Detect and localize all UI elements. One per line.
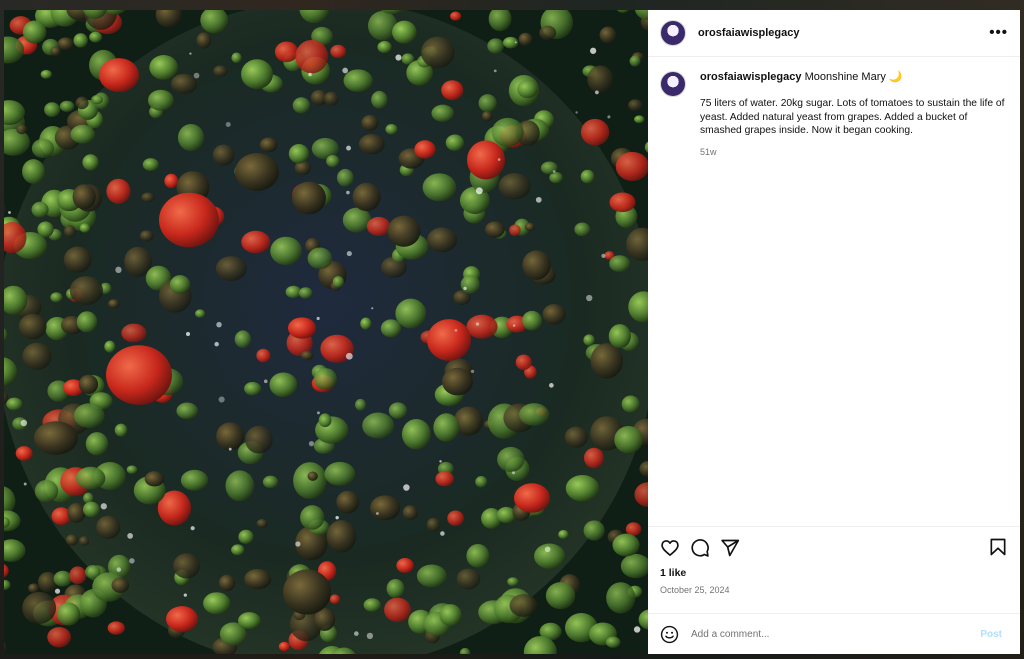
- add-comment-bar: Post: [648, 613, 1020, 654]
- caption-comment: orosfaiawisplegacy Moonshine Mary 🌙 75 l…: [660, 69, 1008, 157]
- post-modal: orosfaiawisplegacy ••• orosfaiawisplegac…: [4, 10, 1020, 654]
- comment-icon[interactable]: [690, 538, 710, 558]
- post-photo[interactable]: [4, 10, 648, 654]
- caption-timestamp[interactable]: 51w: [700, 147, 1008, 157]
- post-details-panel: orosfaiawisplegacy ••• orosfaiawisplegac…: [648, 10, 1020, 654]
- share-icon[interactable]: [720, 538, 740, 558]
- bookmark-icon[interactable]: [988, 537, 1008, 557]
- fermenting-mash-image: [4, 10, 648, 654]
- comments-section: orosfaiawisplegacy Moonshine Mary 🌙 75 l…: [648, 57, 1020, 526]
- comment-input[interactable]: [689, 627, 975, 641]
- emoji-icon[interactable]: [660, 625, 679, 644]
- more-options-icon[interactable]: •••: [989, 24, 1008, 41]
- author-avatar[interactable]: [660, 20, 686, 46]
- caption-author-username[interactable]: orosfaiawisplegacy: [700, 71, 802, 83]
- caption-title: Moonshine Mary 🌙: [804, 71, 903, 83]
- heart-icon[interactable]: [660, 538, 680, 558]
- post-date[interactable]: October 25, 2024: [660, 585, 1008, 595]
- caption-author-avatar[interactable]: [660, 71, 686, 97]
- caption-body: orosfaiawisplegacy Moonshine Mary 🌙 75 l…: [700, 69, 1008, 157]
- action-icons: [660, 537, 1008, 559]
- post-actions: 1 like October 25, 2024: [648, 526, 1020, 613]
- caption-text: 75 liters of water. 20kg sugar. Lots of …: [700, 98, 1005, 136]
- post-comment-button[interactable]: Post: [974, 628, 1008, 641]
- caption-heading: orosfaiawisplegacy Moonshine Mary 🌙: [700, 69, 1008, 85]
- author-username[interactable]: orosfaiawisplegacy: [698, 27, 800, 39]
- like-count[interactable]: 1 like: [660, 567, 1008, 579]
- post-header: orosfaiawisplegacy •••: [648, 10, 1020, 57]
